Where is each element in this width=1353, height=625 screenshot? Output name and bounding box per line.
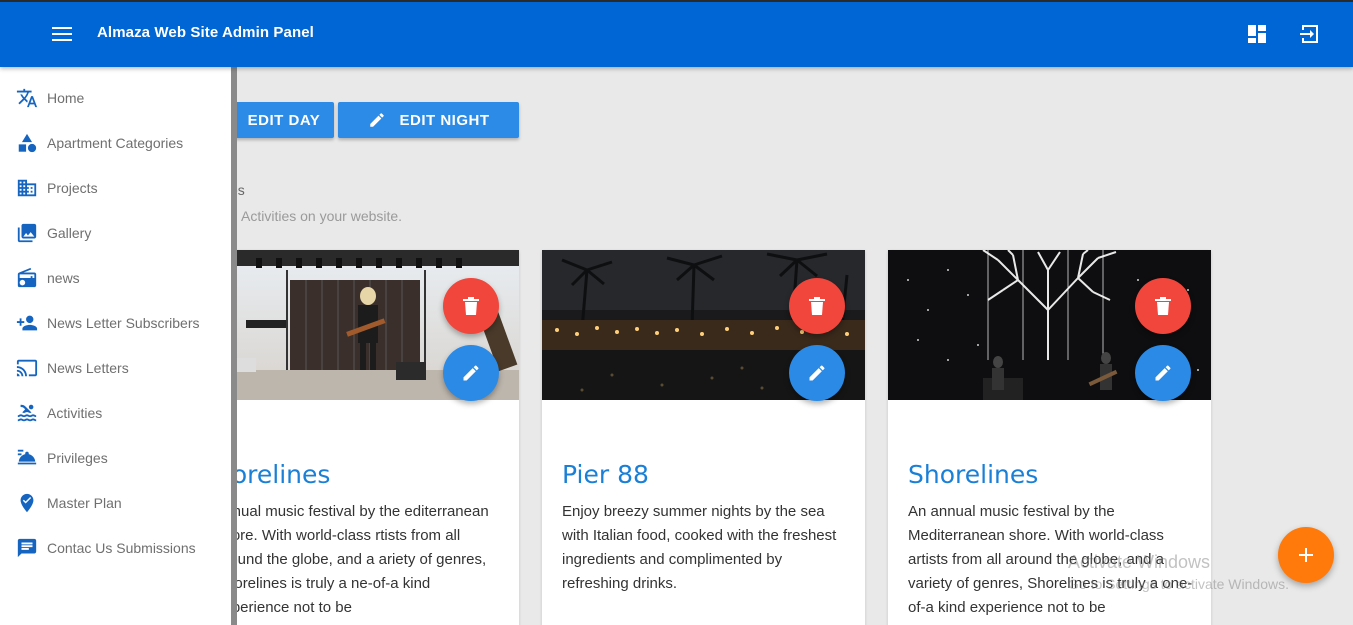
sidebar-item-label: Home [47, 89, 85, 106]
add-activity-button[interactable] [1278, 527, 1334, 583]
section-subtitle: Activities on your website. [241, 208, 403, 224]
photo-library-icon [16, 222, 38, 244]
logout-icon[interactable] [1296, 20, 1324, 48]
edit-night-label: EDIT NIGHT [399, 111, 490, 129]
plus-icon [1299, 548, 1313, 562]
sidebar-item-activities[interactable]: Activities [0, 390, 231, 435]
sidebar-item-label: Gallery [47, 224, 92, 241]
sidebar-item-label: news [47, 269, 80, 286]
sidebar-item-label: Apartment Categories [47, 134, 184, 151]
watermark-subtitle: Go to Settings to activate Windows. [1068, 576, 1289, 592]
pencil-icon [463, 365, 479, 381]
app-title: Almaza Web Site Admin Panel [97, 24, 314, 41]
room-service-icon [16, 447, 38, 469]
sidebar-item-master-plan[interactable]: Master Plan [0, 480, 231, 525]
card-title: Pier 88 [562, 460, 649, 489]
delete-button[interactable] [443, 278, 499, 334]
sidebar-item-label: News Letters [47, 359, 129, 376]
sidebar-item-home[interactable]: Home [0, 75, 231, 120]
sidebar-item-contact-us-submissions[interactable]: Contac Us Submissions [0, 525, 231, 570]
card-title: Shorelines [908, 460, 1039, 489]
sidebar-item-label: Activities [47, 404, 103, 421]
sidebar-item-news-letter-subscribers[interactable]: News Letter Subscribers [0, 300, 231, 345]
edit-button[interactable] [1135, 345, 1191, 401]
translate-icon [16, 87, 38, 109]
pencil-icon [369, 113, 384, 127]
edit-button[interactable] [789, 345, 845, 401]
radio-icon [16, 267, 38, 289]
sidebar-item-news-letters[interactable]: News Letters [0, 345, 231, 390]
trash-icon [463, 297, 479, 315]
sidebar-item-label: Master Plan [47, 494, 122, 511]
sidebar-item-projects[interactable]: Projects [0, 165, 231, 210]
pool-icon [16, 402, 38, 424]
category-icon [16, 132, 38, 154]
person-add-icon [16, 312, 38, 334]
sidebar-item-label: Privileges [47, 449, 108, 466]
verified-place-icon [16, 492, 38, 514]
edit-night-button[interactable]: EDIT NIGHT [338, 102, 519, 138]
nav-drawer: Home Apartment Categories Projects Galle… [0, 67, 237, 625]
activity-card: horelines annual music festival by the e… [196, 250, 519, 625]
sidebar-item-label: News Letter Subscribers [47, 314, 200, 331]
activity-card: Pier 88 Enjoy breezy summer nights by th… [542, 250, 865, 625]
sidebar-item-gallery[interactable]: Gallery [0, 210, 231, 255]
sidebar-item-news[interactable]: news [0, 255, 231, 300]
edit-button[interactable] [443, 345, 499, 401]
app-bar: Almaza Web Site Admin Panel [0, 0, 1353, 67]
trash-icon [809, 297, 825, 315]
pencil-icon [809, 365, 825, 381]
business-icon [16, 177, 38, 199]
card-description: annual music festival by the editerranea… [216, 503, 489, 616]
sidebar-item-privileges[interactable]: Privileges [0, 435, 231, 480]
watermark-title: Activate Windows [1068, 552, 1211, 572]
menu-icon[interactable] [48, 20, 76, 48]
card-description: Enjoy breezy summer nights by the sea wi… [562, 503, 837, 592]
sidebar-item-label: Contac Us Submissions [47, 539, 196, 556]
sidebar-item-label: Projects [47, 179, 98, 196]
dashboard-icon[interactable] [1243, 20, 1271, 48]
pencil-icon [1155, 365, 1171, 381]
delete-button[interactable] [1135, 278, 1191, 334]
edit-day-label: EDIT DAY [247, 111, 321, 129]
chat-icon [16, 537, 38, 559]
delete-button[interactable] [789, 278, 845, 334]
cast-icon [16, 357, 38, 379]
trash-icon [1155, 297, 1171, 315]
sidebar-item-apartment-categories[interactable]: Apartment Categories [0, 120, 231, 165]
